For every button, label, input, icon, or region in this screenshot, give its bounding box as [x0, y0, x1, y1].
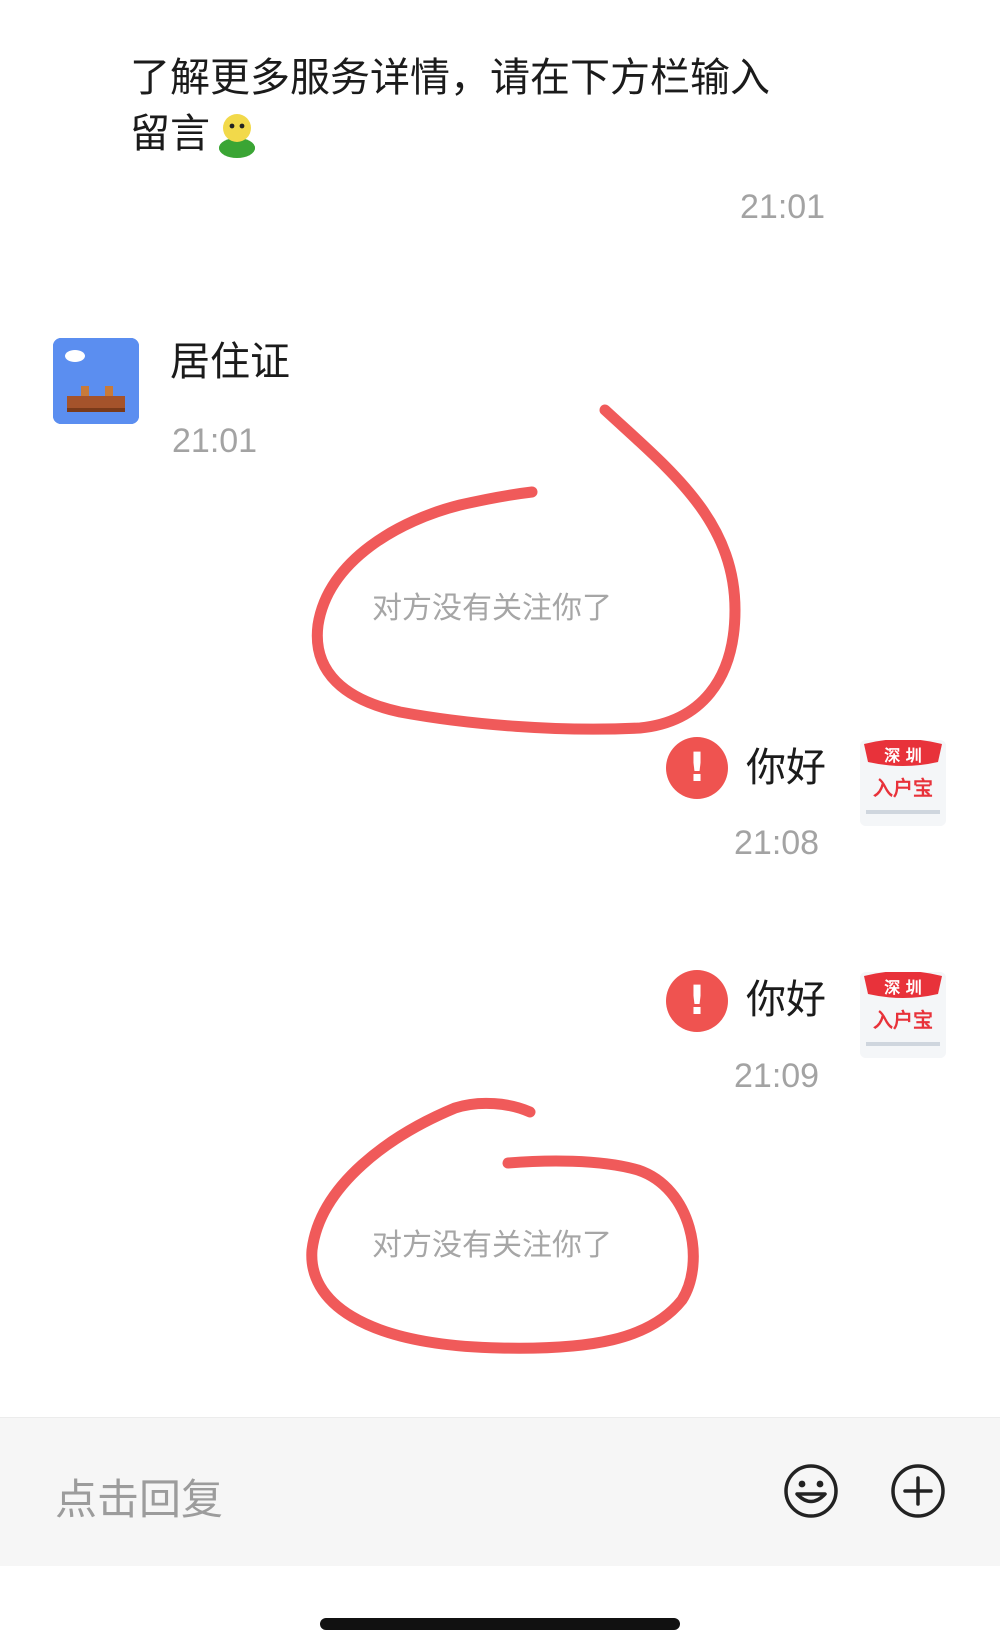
system-notice-unfollowed: 对方没有关注你了: [372, 591, 612, 626]
intro-message-line2-row: 留言: [130, 106, 260, 162]
avatar-brand-line1: 深 圳: [884, 746, 922, 765]
outgoing-message-text: 你好: [746, 977, 826, 1023]
intro-message-line2: 留言: [130, 111, 210, 157]
annotation-circle-1: [311, 404, 741, 735]
reply-input-bar: 点击回复: [0, 1417, 1000, 1566]
avatar-brand-line1: 深 圳: [884, 978, 922, 997]
home-indicator: [320, 1618, 680, 1630]
incoming-message-text: 居住证: [170, 339, 290, 385]
plus-icon[interactable]: [890, 1463, 946, 1519]
avatar-brand-line2: 入户宝: [873, 1008, 933, 1032]
my-avatar[interactable]: 深 圳 入户宝: [860, 740, 946, 826]
system-notice-unfollowed: 对方没有关注你了: [372, 1228, 612, 1263]
red-annotation-circles: [306, 404, 741, 1354]
send-failed-icon[interactable]: !: [666, 737, 728, 799]
green-person-emoji-icon: [214, 110, 260, 158]
my-avatar[interactable]: 深 圳 入户宝: [860, 972, 946, 1058]
avatar-brand-line2: 入户宝: [873, 776, 933, 800]
outgoing-message-time: 21:08: [734, 824, 820, 862]
sender-avatar[interactable]: [53, 338, 139, 424]
outgoing-message-text: 你好: [746, 745, 826, 791]
send-failed-icon[interactable]: !: [666, 970, 728, 1032]
smiley-icon[interactable]: [783, 1463, 839, 1519]
reply-input[interactable]: 点击回复: [55, 1466, 755, 1527]
outgoing-message-time: 21:09: [734, 1057, 820, 1095]
intro-message-line1: 了解更多服务详情，请在下方栏输入: [130, 55, 770, 101]
incoming-message-time: 21:01: [172, 422, 258, 460]
intro-message-time: 21:01: [740, 188, 826, 226]
